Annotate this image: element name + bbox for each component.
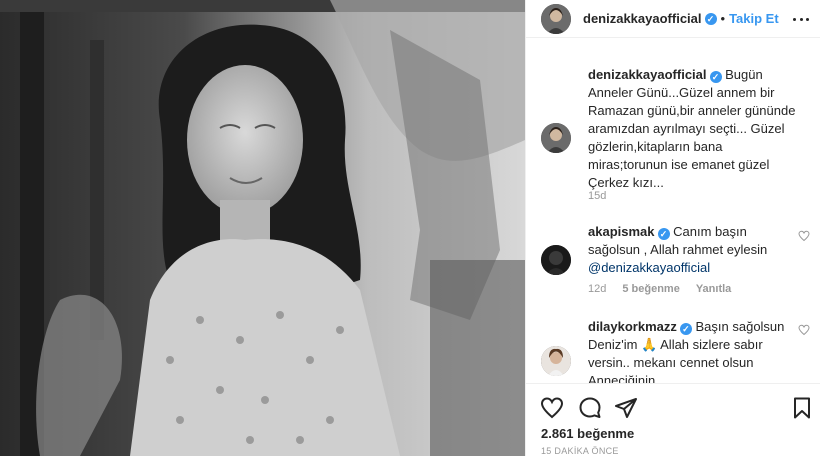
avatar[interactable] (541, 346, 571, 376)
share-icon[interactable] (614, 396, 638, 420)
comment-mention-link[interactable]: @denizakkayaofficial (588, 260, 710, 275)
heart-icon[interactable] (540, 396, 564, 420)
heart-icon[interactable] (798, 230, 810, 242)
comment-meta: 12d 5 beğenme Yanıtla (588, 283, 731, 295)
post-header: denizakkayaofficial ✓ • Takip Et (526, 0, 820, 38)
caption-text: Bugün Anneler Günü...Güzel annem bir Ram… (588, 67, 796, 190)
reply-button[interactable]: Yanıtla (696, 283, 731, 295)
heart-icon[interactable] (798, 324, 810, 336)
post-photo-image (0, 0, 525, 456)
comment-username[interactable]: akapismak (588, 224, 655, 239)
comment-username[interactable]: dilaykorkmazz (588, 319, 677, 334)
avatar[interactable] (541, 245, 571, 275)
verified-icon: ✓ (679, 323, 692, 335)
post-timestamp: 15 DAKİKA ÖNCE (541, 446, 619, 456)
post-side-panel: denizakkayaofficial ✓ • Takip Et denizak… (525, 0, 820, 456)
more-options-icon[interactable] (793, 12, 809, 26)
verified-icon: ✓ (657, 228, 670, 240)
verified-icon: ✓ (709, 71, 722, 83)
comment-icon[interactable] (578, 396, 602, 420)
likes-count[interactable]: 2.861 beğenme (541, 426, 634, 441)
caption-username[interactable]: denizakkayaofficial (588, 67, 707, 82)
avatar[interactable] (541, 3, 571, 34)
follow-button[interactable]: Takip Et (729, 11, 779, 26)
comments-list[interactable]: denizakkayaofficial ✓ Bugün Anneler Günü.… (526, 38, 820, 383)
post-username[interactable]: denizakkayaofficial (583, 11, 702, 26)
post-photo[interactable] (0, 0, 525, 456)
verified-icon: ✓ (704, 12, 717, 25)
caption-time: 15d (588, 190, 607, 202)
avatar[interactable] (541, 123, 571, 153)
comment-likes[interactable]: 5 beğenme (622, 283, 679, 295)
bookmark-icon[interactable] (790, 396, 814, 420)
separator-dot: • (720, 11, 726, 26)
post-actions: 2.861 beğenme 15 DAKİKA ÖNCE (526, 383, 820, 456)
comment-time: 12d (588, 283, 607, 295)
